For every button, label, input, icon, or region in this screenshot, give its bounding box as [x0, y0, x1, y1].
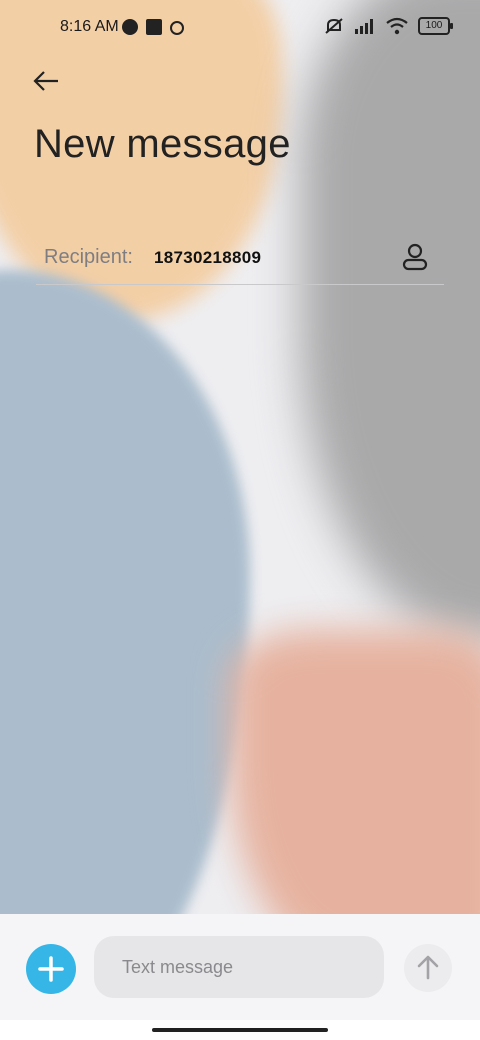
- send-button[interactable]: [404, 944, 452, 992]
- notification-icons: [122, 19, 184, 35]
- back-button[interactable]: [30, 64, 64, 98]
- system-icons: 100: [324, 17, 453, 35]
- signal-icon: [355, 19, 373, 34]
- recipient-label: Recipient:: [44, 246, 133, 268]
- contact-picker-button[interactable]: [400, 242, 430, 272]
- location-pin-icon: [170, 20, 184, 35]
- status-bar: 8:16 AM 100: [0, 0, 480, 56]
- wallpaper-pink-shape: [230, 630, 480, 960]
- wallpaper-gray-shape: [300, 0, 480, 640]
- message-composer: [0, 914, 480, 1024]
- send-arrow-icon: [417, 955, 439, 980]
- person-icon: [402, 243, 428, 271]
- battery-level: 100: [425, 20, 443, 31]
- plus-icon: [38, 956, 64, 982]
- app-square-icon: [146, 19, 162, 35]
- recipient-field[interactable]: Recipient: 18730218809: [36, 232, 444, 285]
- messaging-screen: 8:16 AM 100 New message Recipient: 18730…: [0, 0, 480, 1040]
- app-circle-icon: [122, 19, 138, 35]
- wifi-icon: [386, 17, 408, 35]
- back-arrow-icon: [33, 71, 58, 91]
- add-attachment-button[interactable]: [26, 944, 76, 994]
- home-indicator[interactable]: [152, 1028, 328, 1032]
- status-time: 8:16 AM: [60, 18, 119, 35]
- page-title: New message: [34, 122, 291, 166]
- message-input[interactable]: [94, 936, 384, 998]
- recipient-value[interactable]: 18730218809: [154, 248, 261, 268]
- silent-icon: [325, 18, 343, 34]
- battery-icon: 100: [418, 17, 453, 35]
- navigation-bar: [0, 1020, 480, 1040]
